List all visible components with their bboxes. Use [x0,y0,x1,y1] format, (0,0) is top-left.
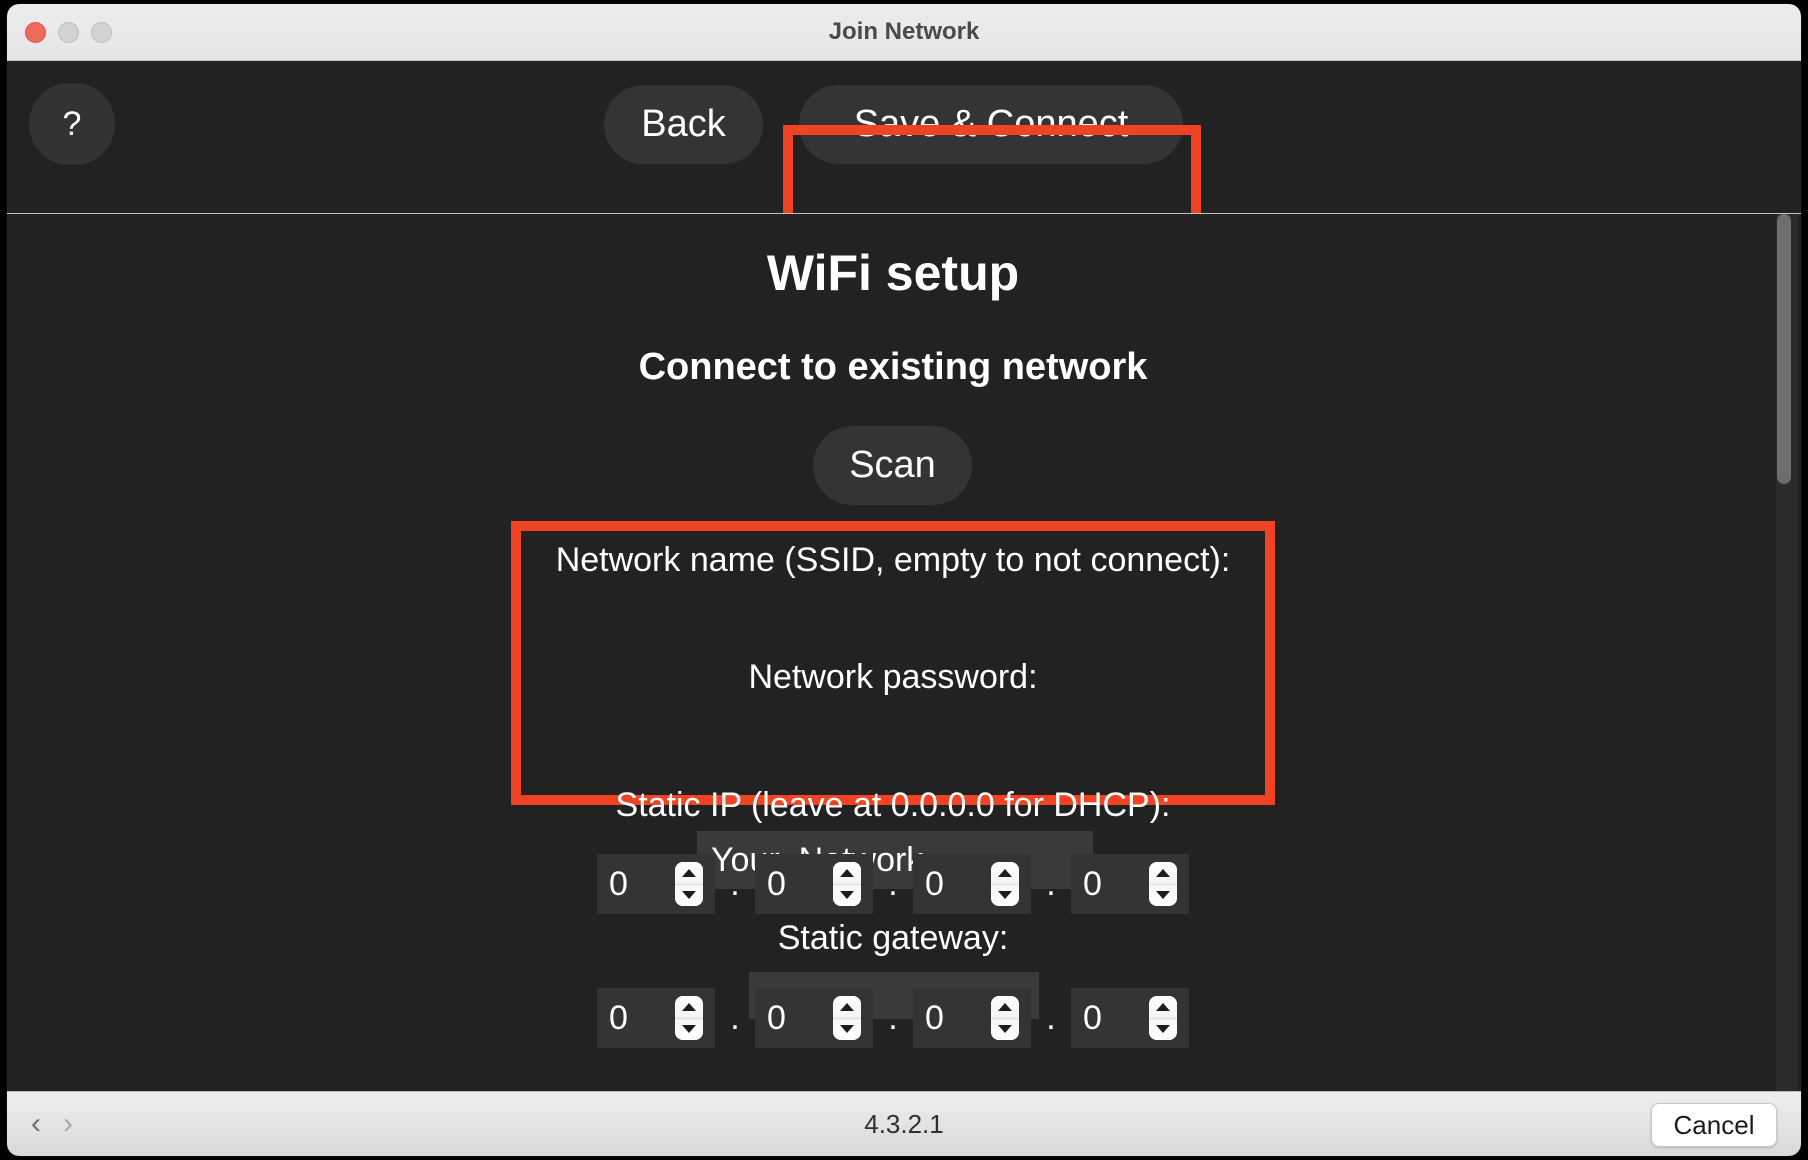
back-button[interactable]: Back [604,85,763,164]
static-ip-octet-row: 0 . 0 . 0 . 0 [7,854,1779,914]
octet-separator: . [730,999,740,1037]
content-scrollbar-track[interactable] [1776,214,1798,1091]
static-ip-octet-0-stepper[interactable] [675,862,703,906]
stepper-up-icon[interactable] [991,862,1019,884]
stepper-up-icon[interactable] [833,862,861,884]
stepper-down-icon[interactable] [991,883,1019,906]
octet-separator: . [1046,865,1056,903]
static-ip-octet-3[interactable]: 0 [1071,854,1189,914]
stepper-down-icon[interactable] [675,883,703,906]
cancel-button[interactable]: Cancel [1651,1103,1777,1147]
static-gateway-octet-1-stepper[interactable] [833,996,861,1040]
octet-separator: . [1046,999,1056,1037]
static-ip-octet-3-stepper[interactable] [1149,862,1177,906]
static-ip-octet-1[interactable]: 0 [755,854,873,914]
octet-separator: . [730,865,740,903]
wifi-setup-content: WiFi setup Connect to existing network S… [7,214,1801,1091]
ssid-label: Network name (SSID, empty to not connect… [555,541,1231,579]
static-ip-octet-0-value: 0 [609,864,628,903]
toolbar: ? Back Save & Connect [7,61,1801,252]
stepper-down-icon[interactable] [991,1017,1019,1040]
octet-separator: . [888,865,898,903]
static-ip-octet-2[interactable]: 0 [913,854,1031,914]
version-label: 4.3.2.1 [864,1109,944,1139]
static-gateway-octet-0-value: 0 [609,998,628,1037]
static-gateway-octet-1[interactable]: 0 [755,988,873,1048]
stepper-down-icon[interactable] [1149,1017,1177,1040]
static-ip-octet-2-stepper[interactable] [991,862,1019,906]
octet-separator: . [888,999,898,1037]
section-heading: Connect to existing network [638,346,1148,388]
static-gateway-octet-3-stepper[interactable] [1149,996,1177,1040]
static-gateway-octet-row: 0 . 0 . 0 . 0 [7,988,1779,1048]
page-title: WiFi setup [766,245,1020,301]
stepper-up-icon[interactable] [675,996,703,1018]
window-titlebar: Join Network [7,4,1801,61]
static-ip-octet-1-value: 0 [767,864,786,903]
stepper-up-icon[interactable] [1149,862,1177,884]
stepper-down-icon[interactable] [1149,883,1177,906]
static-gateway-octet-1-value: 0 [767,998,786,1037]
bottom-status-bar: ‹ › 4.3.2.1 Cancel [7,1091,1801,1156]
window-title: Join Network [828,18,980,45]
static-ip-octet-2-value: 0 [925,864,944,903]
stepper-up-icon[interactable] [675,862,703,884]
static-gateway-octet-2-stepper[interactable] [991,996,1019,1040]
stepper-down-icon[interactable] [833,883,861,906]
static-gateway-label: Static gateway: [777,919,1009,957]
stepper-down-icon[interactable] [675,1017,703,1040]
static-ip-octet-3-value: 0 [1083,864,1102,903]
stepper-up-icon[interactable] [833,996,861,1018]
help-button[interactable]: ? [29,83,115,165]
stepper-up-icon[interactable] [991,996,1019,1018]
static-ip-octet-1-stepper[interactable] [833,862,861,906]
static-gateway-octet-2[interactable]: 0 [913,988,1031,1048]
static-gateway-octet-0-stepper[interactable] [675,996,703,1040]
static-gateway-octet-3[interactable]: 0 [1071,988,1189,1048]
stepper-down-icon[interactable] [833,1017,861,1040]
static-ip-label: Static IP (leave at 0.0.0.0 for DHCP): [615,786,1171,824]
static-gateway-octet-2-value: 0 [925,998,944,1037]
static-gateway-octet-3-value: 0 [1083,998,1102,1037]
static-gateway-octet-0[interactable]: 0 [597,988,715,1048]
join-network-window: Join Network ? Back Save & Connect WiFi … [7,4,1801,1156]
content-scrollbar-thumb[interactable] [1777,214,1791,484]
static-ip-octet-0[interactable]: 0 [597,854,715,914]
password-label: Network password: [748,658,1038,696]
stepper-up-icon[interactable] [1149,996,1177,1018]
scan-button[interactable]: Scan [813,426,972,505]
